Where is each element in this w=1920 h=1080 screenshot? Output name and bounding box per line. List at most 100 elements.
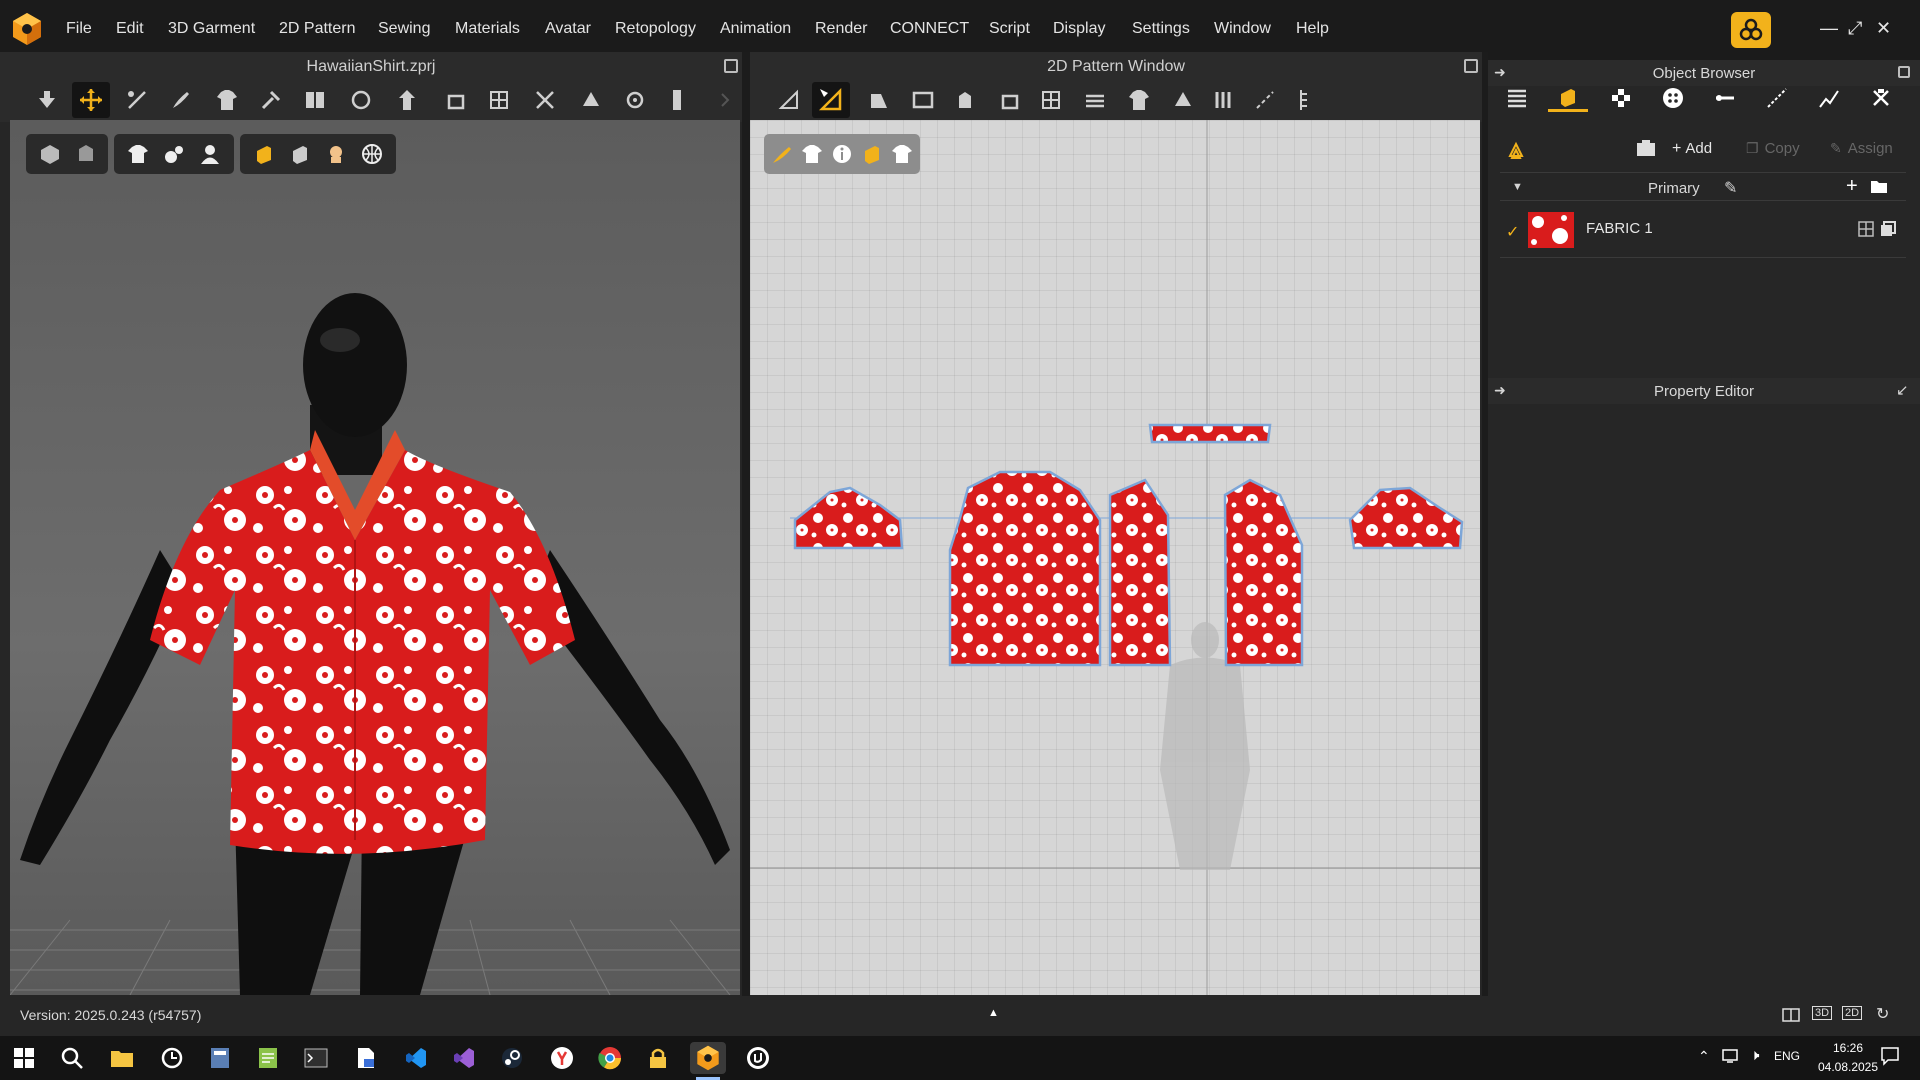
menu-edit[interactable]: Edit [116, 20, 144, 38]
rectangle-icon[interactable] [908, 86, 938, 114]
transform-pattern-icon[interactable] [122, 86, 152, 114]
vpn-lock-icon[interactable] [642, 1042, 674, 1074]
menu-3d-garment[interactable]: 3D Garment [168, 20, 255, 38]
volume-icon[interactable]: 🕨 [1750, 1047, 1759, 1064]
internal-shape-icon[interactable] [950, 86, 980, 114]
minimize-icon[interactable]: — [1820, 18, 1838, 39]
split-view-icon[interactable] [1782, 1008, 1800, 1027]
view-3d-icon[interactable]: 3D [1812, 1006, 1833, 1020]
fabric-list-item[interactable]: ✓ FABRIC 1 [1500, 210, 1906, 258]
measure-icon[interactable] [620, 86, 650, 114]
search-icon[interactable] [56, 1042, 88, 1074]
menu-animation[interactable]: Animation [720, 20, 791, 38]
notifications-icon[interactable] [1880, 1046, 1900, 1071]
menu-sewing[interactable]: Sewing [378, 20, 430, 38]
yandex-browser-icon[interactable] [546, 1042, 578, 1074]
copy-button[interactable]: ❐ Copy [1746, 140, 1800, 157]
menu-file[interactable]: File [66, 20, 92, 38]
language-indicator[interactable]: ENG [1774, 1049, 1800, 1063]
add-colorway-icon[interactable]: + [1846, 175, 1858, 198]
chrome-icon[interactable] [594, 1042, 626, 1074]
clo-logo-icon[interactable] [12, 12, 42, 46]
seam-tool-icon[interactable] [530, 86, 560, 114]
simulate-icon[interactable] [32, 86, 62, 114]
refresh-icon[interactable]: ↻ [1876, 1004, 1889, 1024]
checker-icon[interactable] [1606, 84, 1636, 112]
fabric-type-icon[interactable] [1506, 140, 1526, 165]
windows-start-icon[interactable] [8, 1042, 40, 1074]
fold-icon[interactable] [300, 86, 330, 114]
texture-icon[interactable] [576, 86, 606, 114]
menu-connect[interactable]: CONNECT [890, 20, 969, 38]
fabric-duplicate-icon[interactable] [1880, 221, 1896, 242]
pleat-icon[interactable] [1080, 86, 1110, 114]
panel-splitter[interactable] [742, 52, 750, 996]
undock-icon[interactable] [1898, 66, 1910, 78]
expand-up-icon[interactable]: ▲ [988, 1007, 999, 1019]
rename-pencil-icon[interactable]: ✎ [1724, 178, 1737, 198]
calculator-icon[interactable] [204, 1042, 236, 1074]
menu-script[interactable]: Script [989, 20, 1030, 38]
avatar-shape-icon[interactable] [392, 86, 422, 114]
file-explorer-icon[interactable] [106, 1042, 138, 1074]
garment-icon[interactable] [212, 86, 242, 114]
fabric-layout-icon[interactable] [1858, 221, 1874, 242]
pin-icon[interactable] [256, 86, 286, 114]
steam-icon[interactable] [496, 1042, 528, 1074]
view-2d-icon[interactable]: 2D [1842, 1006, 1863, 1020]
undock-icon[interactable] [1464, 59, 1478, 73]
zipper-browser-icon[interactable] [1866, 84, 1896, 112]
menu-display[interactable]: Display [1053, 20, 1105, 38]
button-icon[interactable] [1658, 84, 1688, 112]
add-label-button[interactable]: + Add [1672, 140, 1712, 158]
select-move-icon[interactable] [72, 82, 110, 118]
menu-help[interactable]: Help [1296, 20, 1329, 38]
edit-point-icon[interactable] [812, 82, 850, 118]
transform-icon[interactable] [774, 86, 804, 114]
menu-window[interactable]: Window [1214, 20, 1271, 38]
viewport-2d[interactable] [750, 120, 1480, 995]
puckering-icon[interactable] [1814, 84, 1844, 112]
clock-time[interactable]: 16:26 [1820, 1041, 1876, 1055]
topstitch-icon[interactable] [1762, 84, 1792, 112]
chevron-down-icon[interactable]: ▼ [1512, 181, 1523, 193]
fold-arrange-icon[interactable] [440, 86, 470, 114]
trace-icon[interactable] [1210, 86, 1240, 114]
document-app-icon[interactable] [350, 1042, 382, 1074]
connect-icon[interactable] [1731, 12, 1771, 48]
polygon-icon[interactable] [864, 86, 894, 114]
zipper-icon[interactable] [662, 86, 692, 114]
folder-icon[interactable] [1870, 178, 1888, 199]
close-icon[interactable]: ✕ [1876, 18, 1891, 39]
dart-icon[interactable] [994, 86, 1024, 114]
dock-arrow-icon[interactable]: ↙ [1896, 381, 1909, 399]
restore-icon[interactable]: ⤢ [1848, 18, 1862, 39]
grid-icon[interactable] [484, 86, 514, 114]
brush-icon[interactable] [166, 86, 196, 114]
buttonhole-icon[interactable] [1710, 84, 1740, 112]
measure-2d-icon[interactable] [1292, 86, 1322, 114]
fabric-tab-icon[interactable] [1548, 84, 1588, 112]
clock-date[interactable]: 04.08.2025 [1806, 1060, 1890, 1074]
grid-pattern-icon[interactable] [1036, 86, 1066, 114]
menu-materials[interactable]: Materials [455, 20, 520, 38]
clock-app-icon[interactable] [156, 1042, 188, 1074]
visual-studio-icon[interactable] [448, 1042, 480, 1074]
arrange-icon[interactable] [346, 86, 376, 114]
list-icon[interactable] [1502, 84, 1532, 112]
assign-button[interactable]: ✎ Assign [1830, 140, 1893, 157]
clo-taskbar-icon[interactable] [690, 1042, 726, 1074]
viewport-3d[interactable] [10, 120, 740, 995]
tray-chevron-up-icon[interactable]: ⌃ [1698, 1048, 1710, 1065]
menu-avatar[interactable]: Avatar [545, 20, 591, 38]
garment-2d-icon[interactable] [1124, 86, 1154, 114]
menu-render[interactable]: Render [815, 20, 867, 38]
add-button[interactable] [1636, 139, 1656, 157]
segment-sewing-icon[interactable] [1250, 86, 1280, 114]
texture-2d-icon[interactable] [1168, 86, 1198, 114]
menu-2d-pattern[interactable]: 2D Pattern [279, 20, 355, 38]
terminal-icon[interactable] [300, 1042, 332, 1074]
undock-icon[interactable] [724, 59, 738, 73]
notepad-icon[interactable] [252, 1042, 284, 1074]
menu-settings[interactable]: Settings [1132, 20, 1190, 38]
